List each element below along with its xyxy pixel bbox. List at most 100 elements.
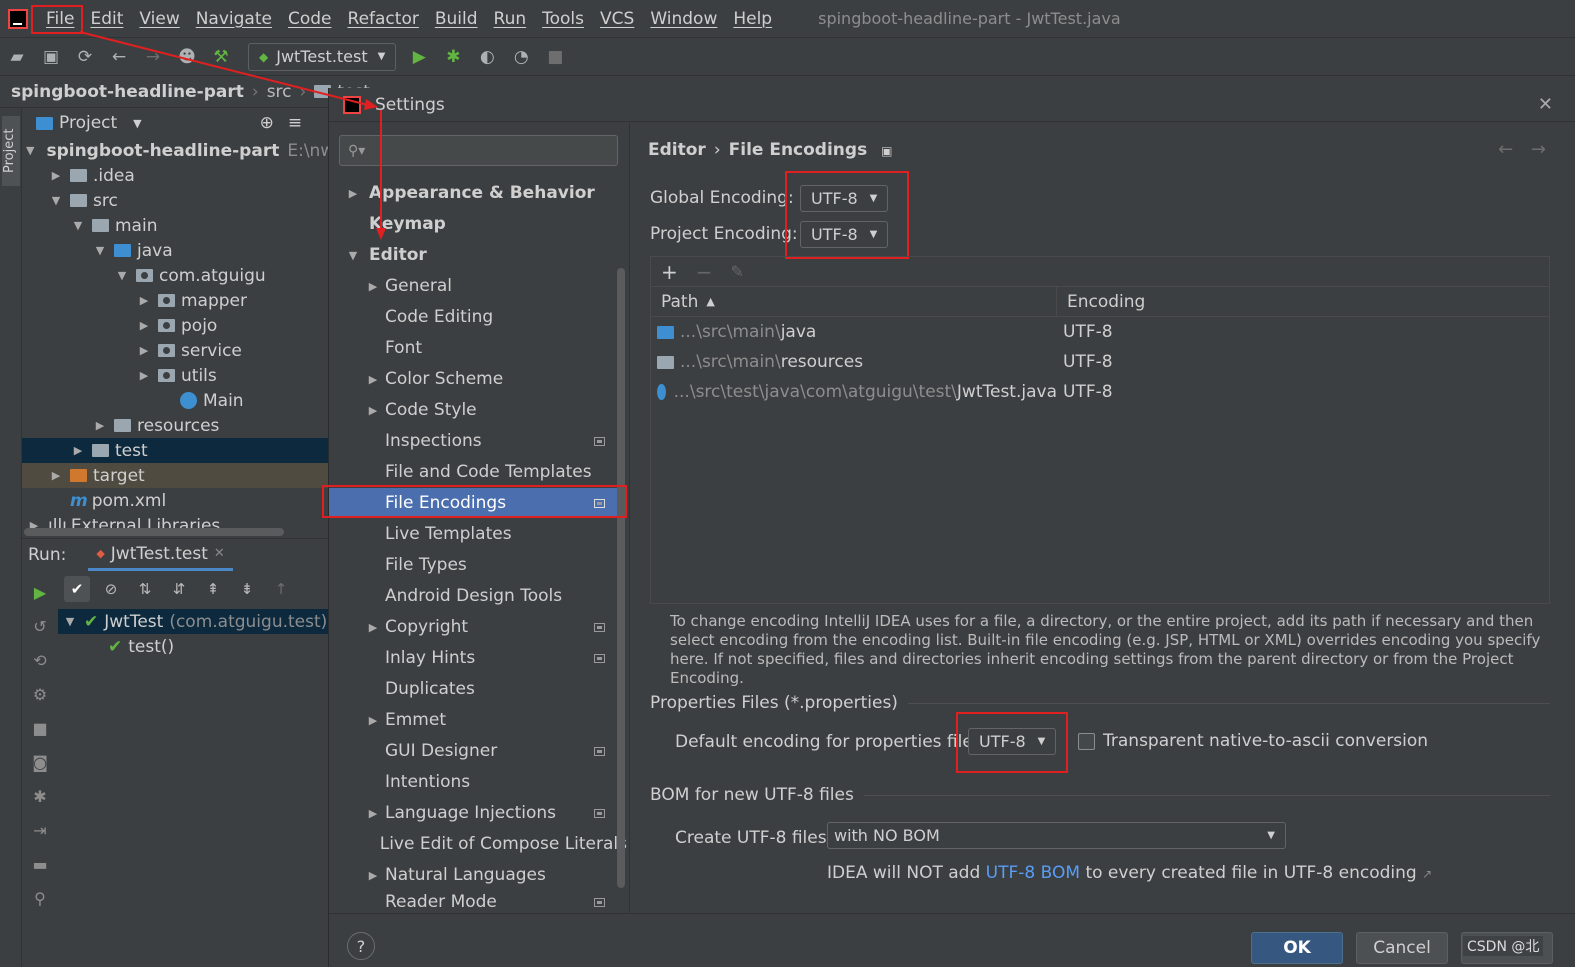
row-encoding[interactable]: UTF-8 [1057, 382, 1113, 402]
tree-row[interactable]: ▶ resources [22, 413, 328, 438]
table-row[interactable]: ...\src\test\java\com\atguigu\test\ JwtTe… [651, 377, 1549, 407]
nav-editor[interactable]: ▼ Editor [329, 240, 627, 270]
menu-view[interactable]: View [139, 9, 179, 29]
bug-icon[interactable]: ✱ [22, 779, 58, 813]
tree-row[interactable]: ▼ com.atguigu [22, 263, 328, 288]
test-row[interactable]: ▼ ✔ JwtTest (com.atguigu.test) [58, 609, 328, 634]
transparent-ascii-label[interactable]: Transparent native-to-ascii conversion [1103, 731, 1428, 751]
nav-inspections[interactable]: Inspections [329, 426, 627, 456]
build-hammer-icon[interactable]: ⚒ [210, 46, 232, 68]
sort-alpha-icon[interactable]: ⇅ [132, 576, 158, 602]
chevron-right-icon[interactable]: ▶ [70, 444, 86, 457]
tree-row[interactable]: ▼ java [22, 238, 328, 263]
bom-link[interactable]: UTF-8 BOM [986, 863, 1080, 883]
menu-tools[interactable]: Tools [542, 9, 584, 29]
close-icon[interactable]: ✕ [214, 546, 225, 561]
test-row[interactable]: ✔ test() [58, 634, 328, 659]
user-icon[interactable]: ☻ [176, 46, 198, 68]
run-tab[interactable]: ◆ JwtTest.test ✕ [88, 539, 233, 571]
locate-target-icon[interactable]: ⊕ [260, 113, 274, 133]
save-icon[interactable]: ▣ [40, 46, 62, 68]
run-icon[interactable]: ▶ [408, 46, 430, 68]
chevron-down-icon[interactable]: ▼ [114, 269, 130, 282]
nav-font[interactable]: Font [329, 333, 627, 363]
transparent-ascii-checkbox[interactable] [1078, 733, 1095, 750]
chevron-right-icon[interactable]: ▶ [136, 319, 152, 332]
table-row[interactable]: ...\src\main\ resources UTF-8 [651, 347, 1549, 377]
collapse-all-icon[interactable]: ≡ [288, 113, 302, 133]
close-icon[interactable]: ✕ [1538, 94, 1553, 115]
sidebar-scrollbar[interactable] [617, 268, 625, 888]
nav-android-design-tools[interactable]: Android Design Tools [329, 581, 627, 611]
chevron-down-icon[interactable]: ▼ [70, 219, 86, 232]
settings-search-input[interactable]: ⚲▾ [339, 135, 618, 166]
chevron-down-icon[interactable]: ▼ [48, 194, 64, 207]
edit-pencil-icon[interactable]: ✎ [731, 262, 744, 281]
nav-intentions[interactable]: Intentions [329, 767, 627, 797]
remove-icon[interactable]: − [696, 260, 713, 284]
chevron-right-icon[interactable]: ▶ [136, 369, 152, 382]
menu-navigate[interactable]: Navigate [196, 9, 272, 29]
project-tool-tab[interactable]: Project [2, 116, 20, 186]
chevron-down-icon[interactable]: ▼ [133, 117, 141, 130]
coverage-icon[interactable]: ◐ [476, 46, 498, 68]
nav-gui-designer[interactable]: GUI Designer [329, 736, 627, 766]
nav-keymap[interactable]: Keymap [329, 209, 627, 239]
nav-natural-languages[interactable]: ▶ Natural Languages [329, 860, 627, 890]
wrench-icon[interactable]: ⚙ [22, 677, 58, 711]
chevron-down-icon[interactable]: ▼ [92, 244, 108, 257]
layout-icon[interactable]: ▬ [22, 847, 58, 881]
up-arrow-icon[interactable]: ↑ [268, 576, 294, 602]
menu-refactor[interactable]: Refactor [348, 9, 419, 29]
tree-row[interactable]: ▼ src [22, 188, 328, 213]
nav-emmet[interactable]: ▶ Emmet [329, 705, 627, 735]
nav-general[interactable]: ▶ General [329, 271, 627, 301]
nav-live-templates[interactable]: Live Templates [329, 519, 627, 549]
breadcrumb-project[interactable]: spingboot-headline-part [11, 82, 244, 102]
chevron-right-icon[interactable]: ▶ [48, 169, 64, 182]
back-arrow-icon[interactable]: ← [108, 46, 130, 68]
menu-build[interactable]: Build [435, 9, 478, 29]
horizontal-scrollbar[interactable] [24, 528, 284, 536]
exit-icon[interactable]: ⇥ [22, 813, 58, 847]
collapse-all-icon[interactable]: ⇟ [234, 576, 260, 602]
path-column-header[interactable]: Path ▲ [651, 286, 1057, 317]
sync-icon[interactable]: ⟳ [74, 46, 96, 68]
chevron-right-icon[interactable]: ▶ [92, 419, 108, 432]
stop-icon[interactable]: ■ [544, 46, 566, 68]
tree-row[interactable]: ▼ spingboot-headline-part E:\nw [22, 138, 328, 163]
ok-button[interactable]: OK [1251, 932, 1343, 964]
tree-row[interactable]: ▶ service [22, 338, 328, 363]
menu-vcs[interactable]: VCS [600, 9, 634, 29]
help-button[interactable]: ? [347, 932, 375, 960]
nav-code-style[interactable]: ▶ Code Style [329, 395, 627, 425]
nav-file-code-templates[interactable]: File and Code Templates [329, 457, 627, 487]
rerun-icon[interactable]: ▶ [22, 575, 58, 609]
table-row[interactable]: ...\src\main\ java UTF-8 [651, 317, 1549, 347]
chevron-down-icon[interactable]: ▼ [62, 615, 78, 628]
menu-help[interactable]: Help [733, 9, 772, 29]
toggle-auto-test-icon[interactable]: ⟲ [22, 643, 58, 677]
bom-select[interactable]: with NO BOM ▼ [827, 822, 1286, 849]
tree-row[interactable]: ▶ target [22, 463, 328, 488]
tree-row[interactable]: ▶ mapper [22, 288, 328, 313]
nav-color-scheme[interactable]: ▶ Color Scheme [329, 364, 627, 394]
breadcrumb-src[interactable]: src [267, 82, 292, 102]
open-folder-icon[interactable]: ▰ [6, 46, 28, 68]
tree-row[interactable]: ▶ test [22, 438, 328, 463]
tree-row[interactable]: ▶ utils [22, 363, 328, 388]
tree-row[interactable]: ▶ pojo [22, 313, 328, 338]
profile-icon[interactable]: ◔ [510, 46, 532, 68]
tree-row[interactable]: ▶ .idea [22, 163, 328, 188]
nav-code-editing[interactable]: Code Editing [329, 302, 627, 332]
sort-duration-icon[interactable]: ⇵ [166, 576, 192, 602]
back-arrow-icon[interactable]: ← [1498, 139, 1513, 160]
chevron-down-icon[interactable]: ▼ [26, 144, 34, 157]
rerun-failed-icon[interactable]: ↺ [22, 609, 58, 643]
menu-edit[interactable]: Edit [90, 9, 123, 29]
chevron-right-icon[interactable]: ▶ [136, 344, 152, 357]
nav-live-edit-compose[interactable]: Live Edit of Compose Literals [329, 829, 627, 859]
menu-run[interactable]: Run [494, 9, 527, 29]
nav-file-types[interactable]: File Types [329, 550, 627, 580]
nav-duplicates[interactable]: Duplicates [329, 674, 627, 704]
